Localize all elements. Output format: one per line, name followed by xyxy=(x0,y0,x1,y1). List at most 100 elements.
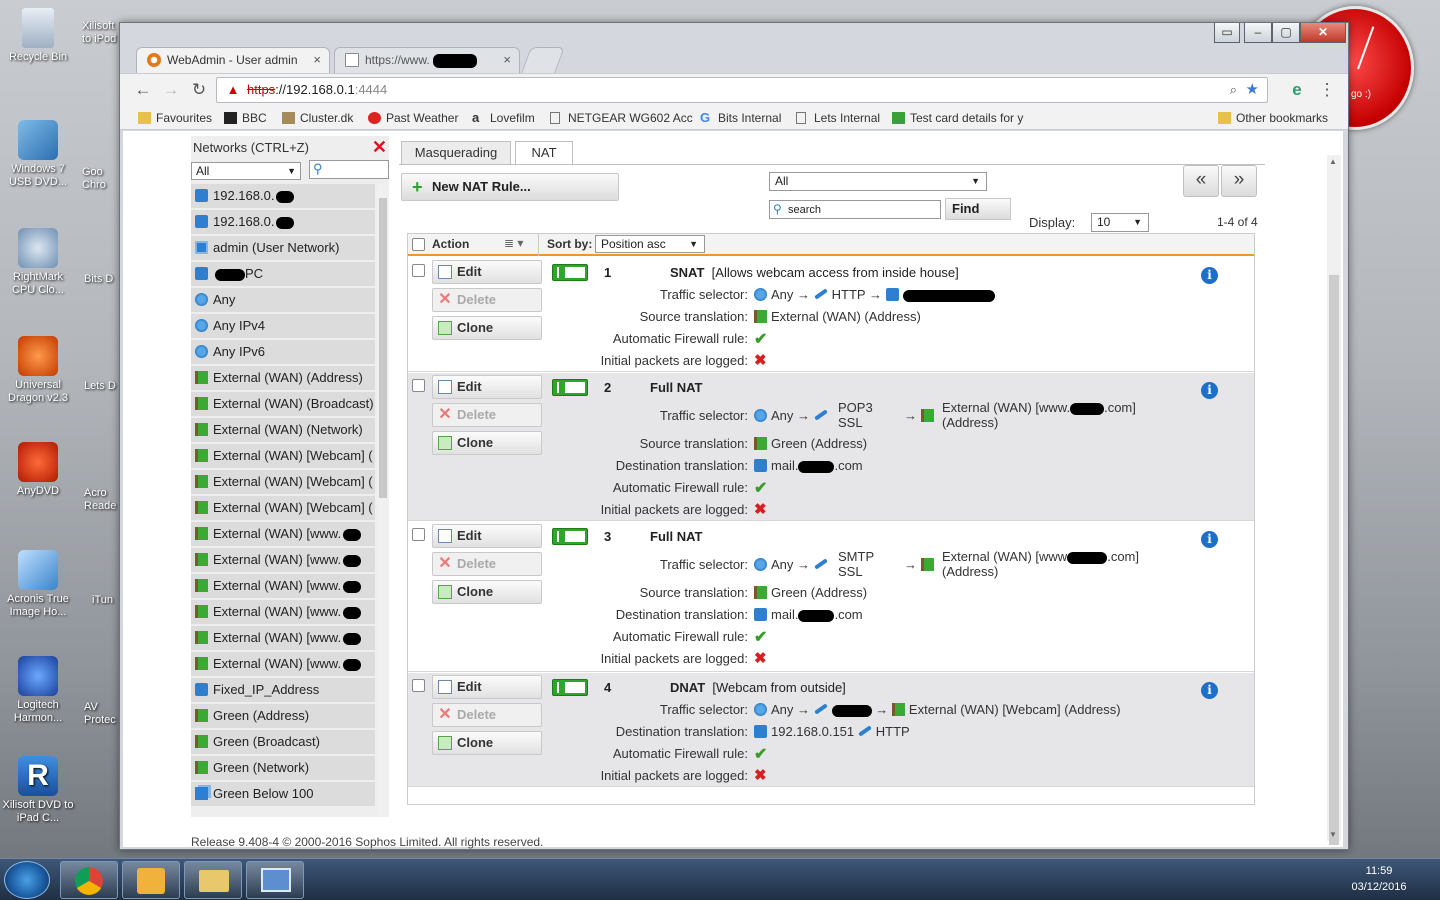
bookmark-past-weather[interactable]: Past Weather xyxy=(368,111,458,125)
desktop-icon-acronis[interactable]: Acronis True Image Ho... xyxy=(0,550,76,619)
network-list-item[interactable]: External (WAN) [www. xyxy=(191,522,375,546)
edit-button[interactable]: Edit xyxy=(432,524,542,548)
network-list-item[interactable]: Green (Network) xyxy=(191,756,375,780)
delete-button[interactable]: ✕ Delete xyxy=(432,703,542,727)
scrollbar-thumb[interactable] xyxy=(379,198,387,498)
network-list-item[interactable]: 192.168.0. xyxy=(191,184,375,208)
bookmark-cluster[interactable]: Cluster.dk xyxy=(282,111,353,125)
menu-dots-icon[interactable]: ⋮ xyxy=(1316,79,1338,101)
new-nat-rule-button[interactable]: + New NAT Rule... xyxy=(401,173,619,201)
networks-filter-select[interactable]: All ▼ xyxy=(191,162,301,180)
page-prev-button[interactable]: « xyxy=(1183,165,1219,197)
sort-select[interactable]: Position asc ▼ xyxy=(595,235,705,253)
forward-arrow-icon[interactable]: → xyxy=(160,79,182,101)
networks-scrollbar[interactable] xyxy=(377,184,389,816)
desktop-icon-universal-dragon[interactable]: Universal Dragon v2.3 xyxy=(0,336,76,405)
desktop-icon-rightmark[interactable]: RightMark CPU Clo... xyxy=(0,228,76,297)
desktop-icon-avg[interactable]: AV Protec xyxy=(84,701,124,727)
rule-filter-select[interactable]: All ▼ xyxy=(769,172,987,191)
desktop-icon-chrome[interactable]: Goo Chro xyxy=(82,166,122,192)
system-tray-clock[interactable]: 11:59 03/12/2016 xyxy=(1324,863,1434,897)
network-list-item[interactable]: External (WAN) [Webcam] ( xyxy=(191,444,375,468)
maximize-button[interactable]: ▢ xyxy=(1272,23,1300,43)
network-list-item[interactable]: PC xyxy=(191,262,375,286)
column-menu-icon[interactable]: ≣ ▾ xyxy=(504,236,523,250)
bookmark-bits[interactable]: G Bits Internal xyxy=(700,111,781,125)
taskbar-chrome[interactable] xyxy=(60,861,118,899)
clone-button[interactable]: Clone xyxy=(432,316,542,340)
zoom-icon[interactable]: ⌕ xyxy=(1230,78,1237,102)
select-all-checkbox[interactable] xyxy=(412,238,425,251)
new-tab-button[interactable] xyxy=(521,47,565,73)
desktop-icon-windows7-usb[interactable]: Windows 7 USB DVD... xyxy=(0,120,76,189)
clone-button[interactable]: Clone xyxy=(432,431,542,455)
network-list-item[interactable]: External (WAN) [www. xyxy=(191,652,375,676)
bookmark-lets[interactable]: Lets Internal xyxy=(796,111,880,125)
network-list-item[interactable]: admin (User Network) xyxy=(191,236,375,260)
desktop-icon-recycle-bin[interactable]: Recycle Bin xyxy=(0,8,76,64)
bookmark-netgear[interactable]: NETGEAR WG602 Acc xyxy=(550,111,693,125)
rule-checkbox[interactable] xyxy=(412,264,425,277)
network-list-item[interactable]: External (WAN) (Address) xyxy=(191,366,375,390)
network-list-item[interactable]: External (WAN) [www. xyxy=(191,574,375,598)
bookmark-lovefilm[interactable]: a Lovefilm xyxy=(472,111,535,125)
delete-button[interactable]: ✕ Delete xyxy=(432,288,542,312)
scrollbar-thumb[interactable] xyxy=(1329,275,1339,845)
close-panel-icon[interactable]: ✕ xyxy=(372,137,387,158)
display-count-select[interactable]: 10 ▼ xyxy=(1091,213,1149,232)
info-icon[interactable]: i xyxy=(1201,382,1218,399)
network-list-item[interactable]: External (WAN) [www. xyxy=(191,600,375,624)
browser-tab-webadmin[interactable]: WebAdmin - User admin × xyxy=(136,47,330,73)
address-bar[interactable]: ▲ https://192.168.0.1:4444 ⌕ ★ xyxy=(216,77,1268,103)
desktop-icon-bits[interactable]: Bits D xyxy=(84,273,124,286)
network-list-item[interactable]: External (WAN) [Webcam] ( xyxy=(191,496,375,520)
rule-checkbox[interactable] xyxy=(412,379,425,392)
tab-nat[interactable]: NAT xyxy=(515,141,573,165)
window-menu-button[interactable]: ▭ xyxy=(1214,23,1240,43)
taskbar-outlook[interactable] xyxy=(122,861,180,899)
clone-button[interactable]: Clone xyxy=(432,731,542,755)
network-list-item[interactable]: 192.168.0. xyxy=(191,210,375,234)
close-window-button[interactable]: ✕ xyxy=(1300,23,1346,43)
delete-button[interactable]: ✕ Delete xyxy=(432,552,542,576)
taskbar-remote[interactable] xyxy=(246,861,304,899)
network-list-item[interactable]: Any xyxy=(191,288,375,312)
minimize-button[interactable]: – xyxy=(1244,23,1272,43)
bookmark-favourites[interactable]: Favourites xyxy=(138,111,212,125)
info-icon[interactable]: i xyxy=(1201,531,1218,548)
start-button[interactable] xyxy=(4,861,50,899)
network-list-item[interactable]: Any IPv6 xyxy=(191,340,375,364)
desktop-icon-logitech[interactable]: Logitech Harmon... xyxy=(0,656,76,725)
desktop-icon-acrobat[interactable]: Acro Reade xyxy=(84,487,124,513)
desktop-icon-xilisoft-ipod[interactable]: Xilisoft to iPod xyxy=(82,20,122,46)
reload-icon[interactable]: ↻ xyxy=(188,79,210,101)
edit-button[interactable]: Edit xyxy=(432,375,542,399)
network-list-item[interactable]: Any IPv4 xyxy=(191,314,375,338)
back-arrow-icon[interactable]: ← xyxy=(132,79,154,101)
network-list-item[interactable]: Green Below 100 xyxy=(191,782,375,806)
page-next-button[interactable]: » xyxy=(1221,165,1257,197)
bookmark-other[interactable]: Other bookmarks xyxy=(1218,111,1328,125)
rule-enabled-toggle[interactable] xyxy=(552,264,588,281)
extension-e-icon[interactable]: e xyxy=(1286,79,1308,101)
taskbar-explorer[interactable] xyxy=(184,861,242,899)
desktop-icon-anydvd[interactable]: AnyDVD xyxy=(0,442,76,498)
networks-search-input[interactable]: ⚲ xyxy=(309,160,389,179)
scroll-up-icon[interactable]: ▲ xyxy=(1329,157,1337,166)
info-icon[interactable]: i xyxy=(1201,267,1218,284)
rule-checkbox[interactable] xyxy=(412,528,425,541)
info-icon[interactable]: i xyxy=(1201,682,1218,699)
tab-masquerading[interactable]: Masquerading xyxy=(401,141,511,165)
find-button[interactable]: Find xyxy=(945,198,1011,220)
network-list-item[interactable]: External (WAN) (Network) xyxy=(191,418,375,442)
bookmark-star-icon[interactable]: ★ xyxy=(1246,78,1259,102)
rule-enabled-toggle[interactable] xyxy=(552,528,588,545)
bookmark-bbc[interactable]: BBC xyxy=(224,111,267,125)
bookmark-test-card[interactable]: Test card details for y xyxy=(892,111,1032,125)
page-scrollbar[interactable]: ▲ ▼ xyxy=(1327,155,1341,845)
network-list-item[interactable]: Fixed_IP_Address xyxy=(191,678,375,702)
edit-button[interactable]: Edit xyxy=(432,675,542,699)
rule-search-input[interactable]: ⚲ search xyxy=(769,200,941,219)
edit-button[interactable]: Edit xyxy=(432,260,542,284)
network-list-item[interactable]: Green (Address) xyxy=(191,704,375,728)
